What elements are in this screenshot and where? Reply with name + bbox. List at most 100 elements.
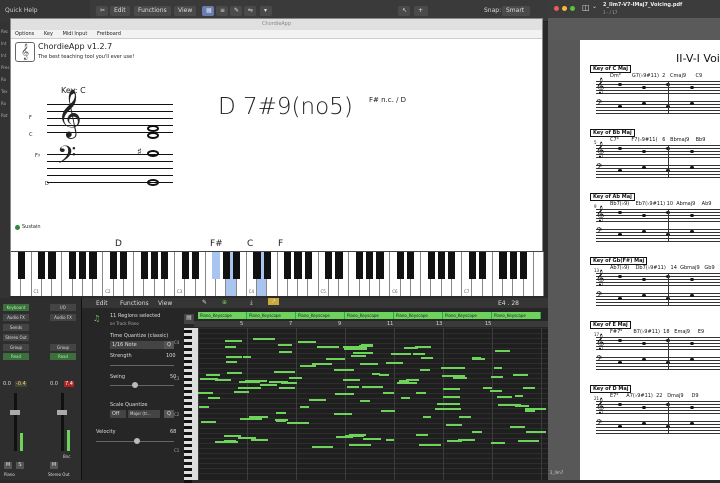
region-header[interactable]: Piano_Keyscape [198, 312, 247, 319]
midi-note[interactable] [421, 356, 433, 359]
pr-link-icon[interactable]: ⊕ [222, 299, 227, 306]
midi-note[interactable] [497, 396, 512, 399]
midi-note[interactable] [278, 386, 295, 389]
midi-note[interactable] [386, 438, 395, 441]
midi-note[interactable] [335, 436, 353, 439]
midi-note[interactable] [227, 371, 243, 374]
midi-note[interactable] [378, 374, 389, 377]
midi-note[interactable] [511, 403, 522, 406]
black-key[interactable] [181, 252, 189, 279]
strength-slider[interactable] [110, 365, 174, 366]
midi-note[interactable] [441, 375, 465, 378]
midi-note[interactable] [207, 397, 220, 400]
midi-note[interactable] [495, 349, 510, 352]
pointer-icon[interactable]: ▾ [260, 6, 272, 16]
midi-note[interactable] [361, 386, 383, 389]
pr-functions-menu[interactable]: Functions [120, 300, 149, 307]
midi-note[interactable] [381, 409, 396, 412]
black-key[interactable] [437, 252, 446, 279]
midi-note[interactable] [413, 352, 425, 355]
midi-note[interactable] [312, 445, 334, 448]
midi-note[interactable] [471, 357, 486, 360]
midi-note[interactable] [422, 415, 432, 418]
midi-note[interactable] [445, 424, 462, 427]
midi-note[interactable] [491, 375, 504, 378]
midi-note[interactable] [299, 364, 317, 367]
black-key[interactable] [89, 252, 97, 279]
list-icon[interactable]: ≡ [216, 6, 228, 16]
menu-fretboard[interactable]: Fretboard [97, 31, 121, 37]
midi-note[interactable] [346, 386, 359, 389]
audio-fx-left[interactable]: Audio FX [3, 314, 29, 321]
pr-view-menu[interactable]: View [158, 300, 172, 307]
black-key[interactable] [191, 252, 200, 279]
black-key[interactable] [38, 252, 46, 279]
midi-note[interactable] [391, 352, 411, 355]
edit-menu[interactable]: Edit [110, 6, 130, 16]
black-key[interactable] [161, 252, 169, 279]
midi-note[interactable] [316, 346, 339, 349]
midi-note[interactable] [343, 346, 367, 349]
grid-icon[interactable]: ▦ [202, 6, 214, 16]
region-header[interactable]: Piano_Keyscape [296, 312, 345, 319]
sidebar-toggle-icon[interactable]: ◫ [582, 3, 590, 12]
black-key[interactable] [263, 252, 271, 279]
midi-note[interactable] [205, 373, 220, 376]
midi-note[interactable] [359, 399, 370, 402]
midi-note[interactable] [444, 408, 462, 411]
close-icon[interactable] [554, 6, 559, 11]
black-key[interactable] [519, 252, 528, 279]
midi-note[interactable] [441, 367, 465, 370]
midi-note[interactable] [224, 340, 242, 343]
midi-note[interactable] [226, 361, 237, 364]
black-key[interactable] [499, 252, 507, 279]
midi-note[interactable] [372, 372, 381, 375]
midi-note[interactable] [385, 361, 404, 364]
sidebar-chevron-icon[interactable]: ⌄ [592, 3, 597, 10]
group-right[interactable]: Group [50, 344, 76, 351]
midi-note[interactable] [442, 388, 460, 391]
pdf-page[interactable]: II-V-I Voi Key of C Maj Dm⁹ G7(♭9#11) 2 C… [580, 40, 720, 480]
functions-menu[interactable]: Functions [134, 6, 171, 16]
midi-note[interactable] [215, 378, 231, 381]
midi-note[interactable] [198, 391, 214, 394]
region-header[interactable]: Piano_Keyscape [345, 312, 394, 319]
black-key[interactable] [232, 252, 241, 279]
black-key[interactable] [355, 252, 364, 279]
midi-note[interactable] [406, 378, 419, 381]
velocity-slider-thumb[interactable] [134, 438, 140, 444]
black-key[interactable] [407, 252, 415, 279]
black-key[interactable] [17, 252, 25, 279]
black-key[interactable] [48, 252, 56, 279]
midi-note[interactable] [244, 379, 268, 382]
black-key[interactable] [284, 252, 292, 279]
midi-note[interactable] [526, 431, 547, 434]
plus-tool-icon[interactable]: + [414, 6, 428, 16]
fader-left[interactable] [10, 410, 20, 415]
read-left[interactable]: Read [3, 353, 29, 360]
midi-note[interactable] [419, 443, 442, 446]
black-key[interactable] [478, 252, 487, 279]
black-key[interactable] [335, 252, 343, 279]
black-key[interactable] [212, 252, 220, 279]
midi-note[interactable] [278, 351, 293, 354]
midi-note[interactable] [434, 408, 447, 411]
midi-note[interactable] [271, 380, 281, 383]
midi-note[interactable] [443, 396, 460, 398]
midi-note[interactable] [382, 391, 394, 394]
region-header[interactable]: Piano_Keyscape [492, 312, 541, 319]
midi-note[interactable] [289, 376, 303, 379]
midi-note[interactable] [436, 402, 461, 405]
midi-note[interactable] [300, 405, 310, 408]
midi-note[interactable] [419, 368, 431, 371]
midi-note[interactable] [497, 403, 512, 406]
midi-note[interactable] [489, 389, 502, 392]
midi-note[interactable] [352, 351, 374, 354]
midi-note[interactable] [274, 370, 295, 373]
link-icon[interactable]: ⇋ [244, 6, 256, 16]
black-key[interactable] [68, 252, 77, 279]
midi-note[interactable] [275, 411, 287, 414]
pr-edit-menu[interactable]: Edit [96, 300, 108, 307]
midi-note[interactable] [343, 379, 360, 382]
midi-note[interactable] [416, 392, 426, 395]
